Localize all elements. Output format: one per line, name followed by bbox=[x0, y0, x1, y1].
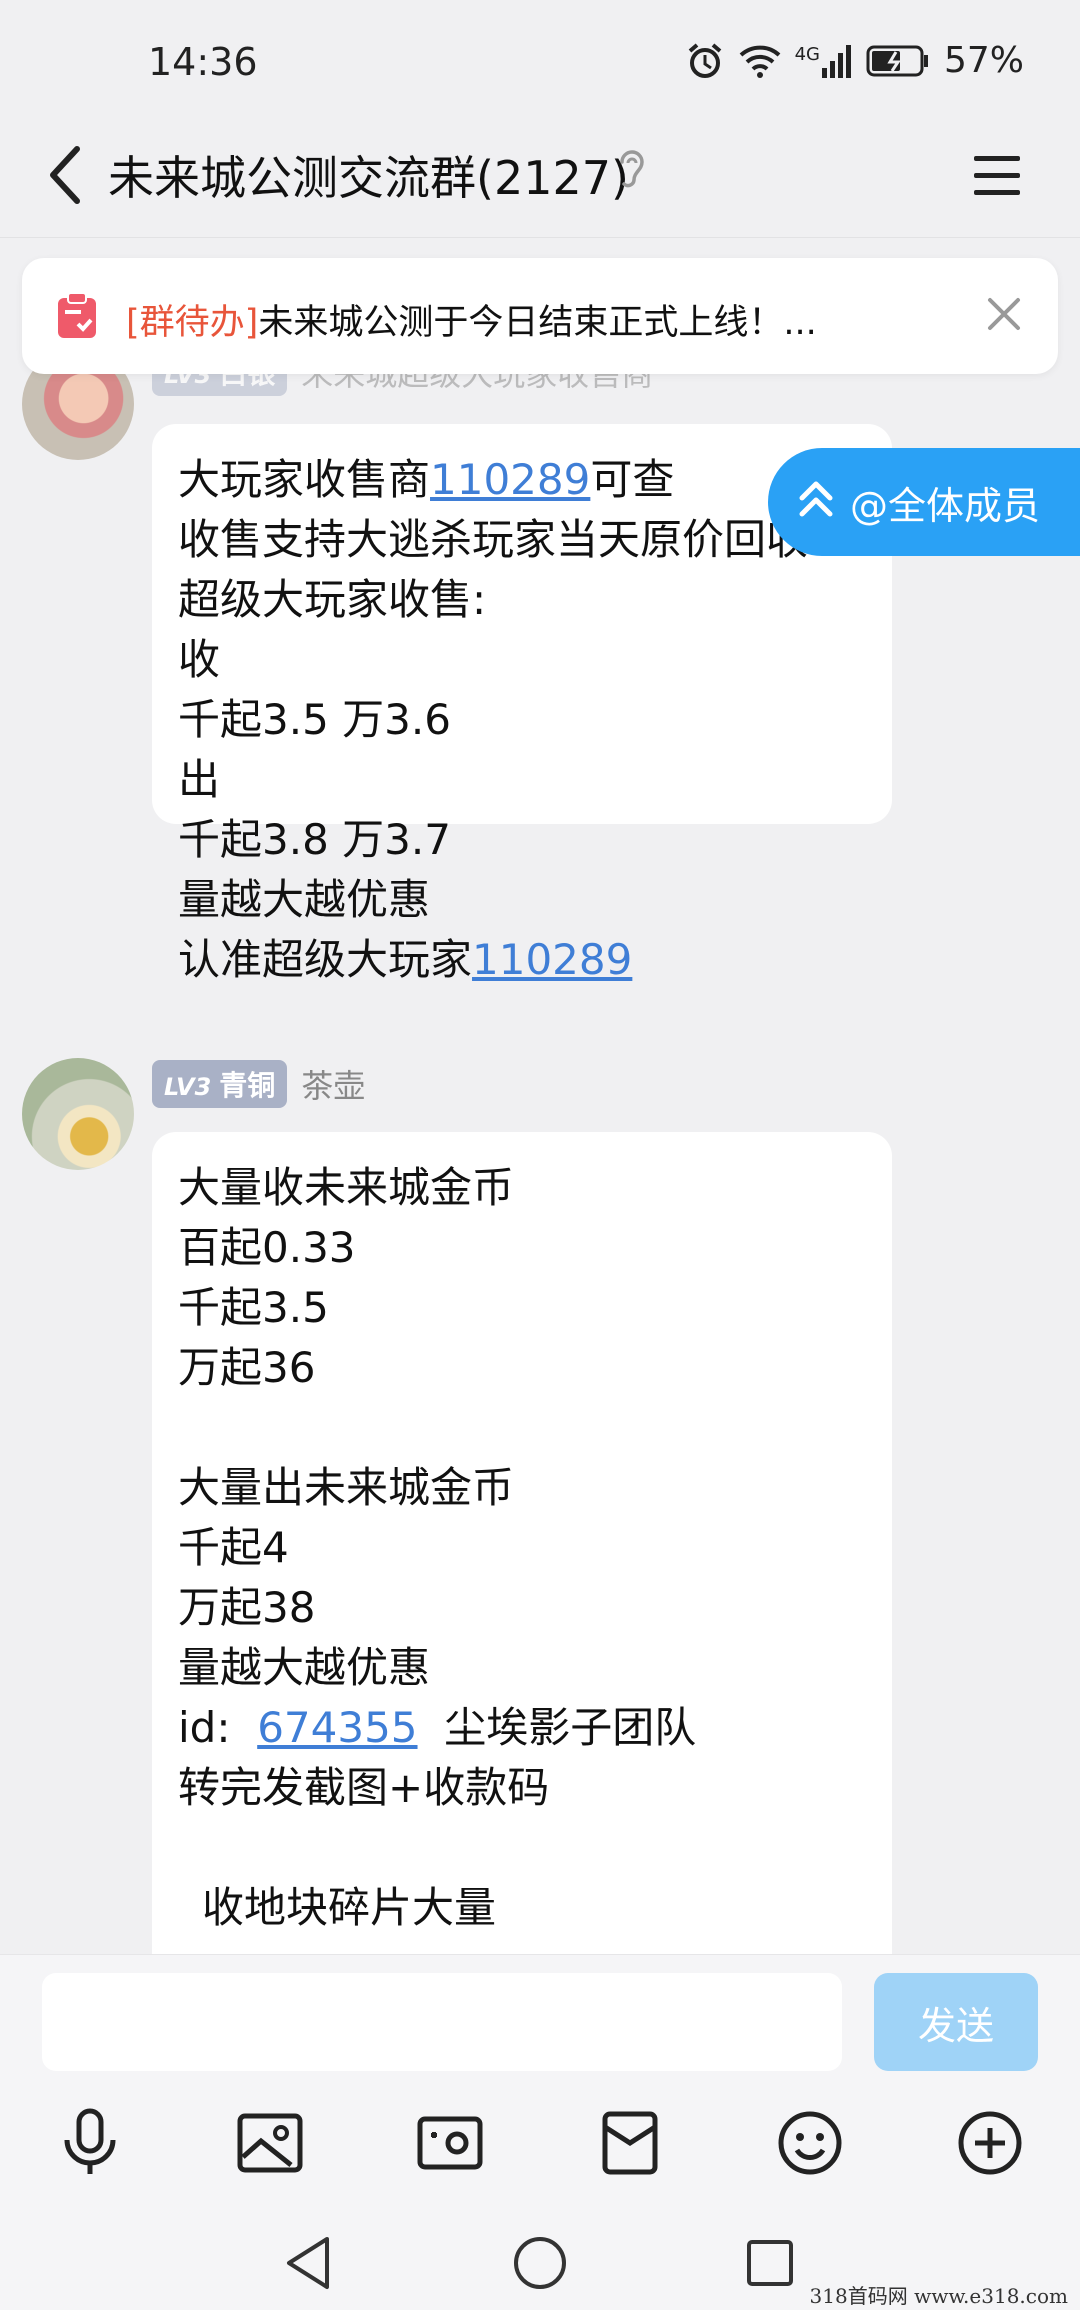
nav-recents-icon[interactable] bbox=[738, 2231, 802, 2295]
level-label: LV3 bbox=[164, 1073, 212, 1101]
id-link[interactable]: 674355 bbox=[257, 1703, 417, 1752]
emoji-icon[interactable] bbox=[770, 2103, 850, 2183]
earpiece-mode-icon[interactable] bbox=[616, 146, 648, 196]
status-icons: 4G 57% bbox=[685, 40, 1024, 81]
hamburger-icon bbox=[974, 156, 1020, 195]
id-link[interactable]: 110289 bbox=[430, 455, 590, 504]
composer: 发送 bbox=[0, 1954, 1080, 2310]
message-line: 百起0.33 bbox=[178, 1223, 356, 1272]
todo-text: [群待办]未来城公测于今日结束正式上线！... bbox=[126, 303, 817, 343]
message-line: 量越大越优惠 bbox=[178, 875, 431, 924]
group-title[interactable]: 未来城公测交流群(2127) bbox=[108, 142, 629, 208]
battery-icon bbox=[866, 44, 930, 78]
clipboard-check-icon bbox=[56, 292, 98, 344]
level-badge: LV3 青铜 bbox=[152, 1060, 288, 1108]
message-line: 万起38 bbox=[178, 1583, 316, 1632]
camera-icon[interactable] bbox=[410, 2103, 490, 2183]
status-bar: 14:36 4G 57% bbox=[0, 0, 1080, 120]
message-line: 出 bbox=[178, 755, 221, 804]
status-time: 14:36 bbox=[148, 40, 258, 84]
wifi-icon bbox=[739, 43, 781, 79]
signal-icon: 4G bbox=[795, 44, 852, 78]
todo-tag: [群待办] bbox=[126, 303, 259, 343]
message-line: 千起3.8 万3.7 bbox=[178, 815, 451, 864]
message-line: 量越大越优惠 bbox=[178, 1643, 431, 1692]
plus-icon[interactable] bbox=[950, 2103, 1030, 2183]
red-packet-icon[interactable] bbox=[590, 2103, 670, 2183]
message-line: 收地块碎片大量 bbox=[202, 1883, 497, 1932]
at-all-label: @全体成员 bbox=[850, 483, 1041, 528]
message-line: id: 674355 尘埃影子团队 bbox=[178, 1703, 697, 1752]
nav-back-icon[interactable] bbox=[276, 2231, 340, 2295]
message-input[interactable] bbox=[42, 1973, 842, 2071]
chevron-left-icon bbox=[50, 146, 80, 204]
rank-label: 青铜 bbox=[219, 1069, 276, 1102]
message-line: 大量出未来城金币 bbox=[178, 1463, 515, 1512]
watermark: 318首码网 www.e318.com bbox=[809, 2284, 1068, 2308]
id-link[interactable]: 110289 bbox=[472, 935, 632, 984]
double-chevron-up-icon bbox=[798, 478, 834, 527]
microphone-icon[interactable] bbox=[50, 2103, 130, 2183]
network-type: 4G bbox=[794, 43, 820, 65]
avatar[interactable] bbox=[22, 1058, 134, 1170]
message-line: 万起36 bbox=[178, 1343, 316, 1392]
back-button[interactable] bbox=[30, 140, 100, 210]
battery-percent: 57% bbox=[943, 40, 1024, 81]
group-todo-banner[interactable]: [群待办]未来城公测于今日结束正式上线！... bbox=[22, 258, 1058, 374]
sender-row: LV3 青铜 茶壶 bbox=[152, 1060, 365, 1108]
message-line: 千起3.5 bbox=[178, 1283, 329, 1332]
message-line: 认准超级大玩家110289 bbox=[178, 935, 633, 984]
menu-button[interactable] bbox=[968, 146, 1028, 206]
send-button[interactable]: 发送 bbox=[874, 1973, 1038, 2071]
close-icon[interactable] bbox=[986, 296, 1022, 336]
message-line: 千起4 bbox=[178, 1523, 289, 1572]
nav-home-icon[interactable] bbox=[508, 2231, 572, 2295]
message-line: 超级大玩家收售: bbox=[178, 575, 487, 624]
message-line: 转完发截图+收款码 bbox=[178, 1763, 550, 1812]
image-icon[interactable] bbox=[230, 2103, 310, 2183]
composer-toolbar bbox=[0, 2103, 1080, 2183]
alarm-icon bbox=[685, 41, 725, 81]
message-line: 大量收未来城金币 bbox=[178, 1163, 515, 1212]
message-bubble[interactable]: 大量收未来城金币 百起0.33 千起3.5 万起36 大量出未来城金币 千起4 … bbox=[152, 1132, 892, 1954]
message-line: 大玩家收售商110289可查 bbox=[178, 455, 675, 504]
at-all-members-button[interactable]: @全体成员 bbox=[768, 448, 1080, 556]
message-line: 千起3.5 万3.6 bbox=[178, 695, 451, 744]
sender-name[interactable]: 茶壶 bbox=[301, 1061, 365, 1107]
message-line: 收售支持大逃杀玩家当天原价回收 bbox=[178, 515, 809, 564]
message-line: 收 bbox=[178, 635, 221, 684]
chat-header: 未来城公测交流群(2127) bbox=[0, 120, 1080, 238]
